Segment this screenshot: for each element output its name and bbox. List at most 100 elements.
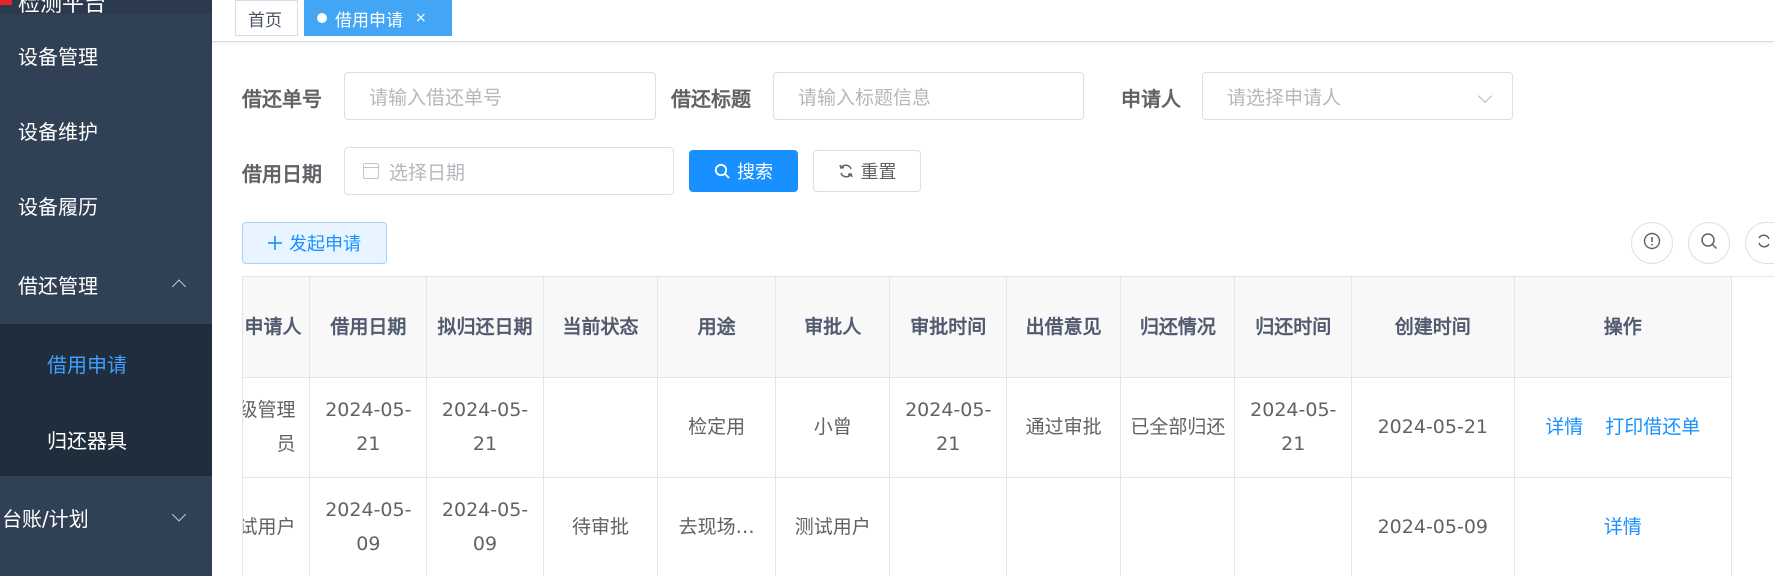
- sidebar-item-label: 设备维护: [18, 119, 98, 144]
- cell-actions: 详情 打印借还单: [1514, 377, 1732, 478]
- applicant-label: 申请人: [1121, 87, 1181, 111]
- cell-actions: 详情: [1514, 477, 1732, 576]
- title-label: 借还标题: [671, 87, 751, 111]
- cell-created: 2024-05-09: [1351, 477, 1515, 576]
- active-dot-icon: [317, 13, 327, 23]
- col-header-borrow-date: 借用日期: [309, 277, 428, 378]
- col-header-approver: 审批人: [775, 277, 891, 378]
- code-label: 借还单号: [242, 87, 322, 111]
- refresh-icon: [1756, 233, 1772, 253]
- applicant-select[interactable]: 请选择申请人: [1202, 72, 1513, 120]
- cell-borrow-date: 2024-05-21: [309, 377, 428, 478]
- calendar-icon: [363, 163, 379, 179]
- cell-approve-time: [889, 477, 1008, 576]
- tabs-bar: 首页 借用申请 ×: [212, 0, 1774, 42]
- print-slip-link[interactable]: 打印借还单: [1605, 416, 1700, 438]
- tab-home[interactable]: 首页: [235, 0, 298, 36]
- detail-link[interactable]: 详情: [1604, 516, 1642, 538]
- code-input[interactable]: 请输入借还单号: [344, 72, 656, 120]
- toggle-search-button[interactable]: [1688, 222, 1730, 264]
- col-header-status: 当前状态: [543, 277, 659, 378]
- logo-text: 检测平台: [18, 0, 107, 14]
- sidebar-item-device-maintenance[interactable]: 设备维护: [0, 93, 212, 167]
- table-row: 测试用户 2024-05-09 2024-05-09 待审批 去现场… 测试用户…: [243, 477, 1732, 576]
- reset-button[interactable]: 重置: [813, 150, 921, 192]
- col-header-applicant: 申请人: [243, 277, 311, 378]
- sidebar-item-label: 台账/计划: [2, 506, 89, 531]
- table-row: 超级管理员 2024-05-21 2024-05-21 检定用 小曾 2024-…: [243, 377, 1732, 478]
- search-icon: [714, 163, 730, 179]
- search-icon: [1700, 232, 1718, 254]
- logo-mark: [0, 0, 12, 5]
- sidebar-subitem-label: 借用申请: [47, 352, 127, 377]
- cell-return-time: [1234, 477, 1353, 576]
- code-placeholder: 请输入借还单号: [369, 86, 503, 109]
- sidebar-item-device-history[interactable]: 设备履历: [0, 168, 212, 242]
- date-placeholder: 选择日期: [389, 161, 466, 184]
- data-table: 申请人 借用日期 拟归还日期 当前状态 用途 审批人 审批时间 出借意见 归还情…: [242, 276, 1774, 576]
- cell-created: 2024-05-21: [1351, 377, 1515, 478]
- detail-link[interactable]: 详情: [1545, 416, 1583, 438]
- chevron-down-icon: [171, 507, 187, 522]
- logo: 检测平台: [0, 0, 212, 14]
- date-label: 借用日期: [242, 162, 322, 186]
- sidebar-item-label: 设备履历: [18, 194, 98, 219]
- search-button-label: 搜索: [737, 162, 773, 183]
- sidebar-subitem-label: 归还器具: [47, 428, 127, 453]
- refresh-icon: [838, 163, 854, 179]
- tab-borrow-apply[interactable]: 借用申请 ×: [304, 0, 452, 36]
- table-header-row: 申请人 借用日期 拟归还日期 当前状态 用途 审批人 审批时间 出借意见 归还情…: [243, 277, 1732, 378]
- cell-return-status: 已全部归还: [1120, 377, 1236, 478]
- sidebar-item-label: 借还管理: [18, 273, 98, 298]
- cell-applicant: 超级管理员: [243, 377, 311, 478]
- cell-approver: 测试用户: [775, 477, 891, 576]
- cell-return-plan: 2024-05-21: [426, 377, 544, 478]
- cell-purpose: 去现场…: [657, 477, 777, 576]
- sidebar: 检测平台 设备管理 设备维护 设备履历 借还管理 借用申请 归还器具 台账/计划: [0, 0, 212, 576]
- sidebar-subitem-borrow-apply[interactable]: 借用申请: [0, 326, 212, 400]
- plus-icon: [268, 236, 282, 250]
- info-button[interactable]: [1631, 222, 1673, 264]
- tab-label: 首页: [248, 10, 282, 31]
- table: 申请人 借用日期 拟归还日期 当前状态 用途 审批人 审批时间 出借意见 归还情…: [243, 277, 1732, 576]
- col-header-opinion: 出借意见: [1006, 277, 1122, 378]
- col-header-purpose: 用途: [657, 277, 777, 378]
- cell-approve-time: 2024-05-21: [889, 377, 1008, 478]
- cell-opinion: [1006, 477, 1122, 576]
- tab-label: 借用申请: [335, 10, 403, 31]
- close-icon[interactable]: ×: [415, 10, 427, 26]
- refresh-table-button[interactable]: [1745, 222, 1774, 264]
- search-button[interactable]: 搜索: [689, 150, 798, 192]
- cell-status: [543, 377, 659, 478]
- sidebar-item-ledger-plan[interactable]: 台账/计划: [0, 480, 212, 554]
- cell-return-status: [1120, 477, 1236, 576]
- sidebar-item-device-management[interactable]: 设备管理: [0, 18, 212, 92]
- col-header-return-time: 归还时间: [1234, 277, 1353, 378]
- col-header-approve-time: 审批时间: [889, 277, 1008, 378]
- chevron-down-icon: [1477, 88, 1493, 104]
- reset-button-label: 重置: [860, 162, 897, 183]
- cell-applicant: 测试用户: [243, 477, 311, 576]
- cell-approver: 小曾: [775, 377, 891, 478]
- date-picker[interactable]: 选择日期: [344, 147, 674, 195]
- col-header-return-status: 归还情况: [1120, 277, 1236, 378]
- cell-status: 待审批: [543, 477, 659, 576]
- sidebar-item-label: 设备管理: [18, 44, 98, 69]
- sidebar-subitem-return-tools[interactable]: 归还器具: [0, 402, 212, 476]
- title-input[interactable]: 请输入标题信息: [773, 72, 1084, 120]
- title-placeholder: 请输入标题信息: [798, 86, 932, 109]
- col-header-created: 创建时间: [1351, 277, 1515, 378]
- add-apply-button[interactable]: 发起申请: [242, 222, 387, 264]
- col-header-return-plan: 拟归还日期: [426, 277, 544, 378]
- add-apply-label: 发起申请: [289, 234, 361, 255]
- cell-borrow-date: 2024-05-09: [309, 477, 428, 576]
- applicant-placeholder: 请选择申请人: [1227, 86, 1342, 109]
- cell-return-plan: 2024-05-09: [426, 477, 544, 576]
- chevron-up-icon: [171, 279, 187, 294]
- sidebar-item-borrow-management[interactable]: 借还管理: [0, 247, 212, 321]
- col-header-actions: 操作: [1514, 277, 1732, 378]
- cell-return-time: 2024-05-21: [1234, 377, 1353, 478]
- info-icon: [1643, 232, 1661, 254]
- cell-purpose: 检定用: [657, 377, 777, 478]
- cell-opinion: 通过审批: [1006, 377, 1122, 478]
